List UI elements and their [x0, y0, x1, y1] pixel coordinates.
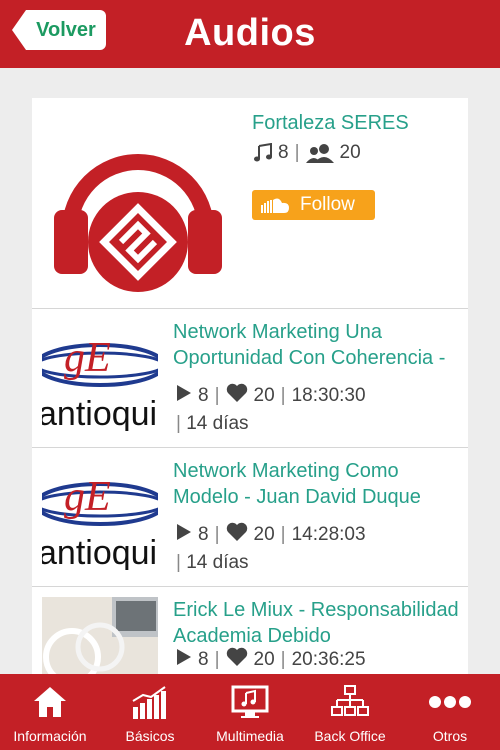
track-thumbnail: gE antioquia — [42, 458, 158, 570]
age-text: 14 días — [186, 413, 249, 434]
like-count: 20 — [253, 524, 275, 545]
seres-headphones-logo — [54, 154, 222, 292]
page-title: Audios — [184, 12, 316, 54]
profile-card: Fortaleza SERES 8 | 20 Follow — [32, 98, 468, 309]
duration: 14:28:03 — [291, 524, 366, 545]
profile-name[interactable]: Fortaleza SERES — [252, 112, 409, 135]
track-item[interactable]: gE antioquia Network Marketing Como Mode… — [32, 448, 468, 587]
soundcloud-icon — [260, 197, 290, 213]
tab-bar: Información Básicos Multimedia Back Offi… — [0, 674, 500, 750]
header-bar: Volver Audios — [0, 0, 500, 68]
play-icon — [176, 384, 192, 408]
followers-count: 20 — [339, 142, 361, 163]
stat-separator: | — [280, 524, 286, 545]
profile-stats: 8 | 20 — [254, 142, 361, 164]
music-note-icon — [254, 143, 272, 162]
tab-informacion[interactable]: Información — [0, 674, 100, 750]
track-thumbnail: gE antioquia — [42, 319, 158, 431]
tab-back-office[interactable]: Back Office — [300, 674, 400, 750]
play-icon — [176, 523, 192, 547]
bar-chart-icon — [131, 682, 169, 722]
tab-label: Básicos — [125, 728, 175, 744]
svg-text:antioquia: antioquia — [42, 534, 158, 570]
stat-separator: | — [176, 552, 181, 573]
svg-text:antioquia: antioquia — [42, 395, 158, 431]
audio-list[interactable]: Fortaleza SERES 8 | 20 Follow gE antioqu… — [32, 98, 468, 674]
age-text: 14 días — [186, 552, 249, 573]
like-count: 20 — [253, 649, 275, 670]
stat-separator: | — [214, 524, 220, 545]
track-age: | 14 días — [176, 413, 249, 435]
play-count: 8 — [198, 385, 209, 406]
track-stats: 8 | 20 | 20:36:25 — [176, 647, 366, 673]
play-icon — [176, 648, 192, 672]
stat-separator: | — [214, 385, 220, 406]
heart-icon — [226, 522, 248, 548]
duration: 20:36:25 — [291, 649, 366, 670]
tab-otros[interactable]: Otros — [400, 674, 500, 750]
home-icon — [32, 682, 68, 722]
svg-text:gE: gE — [64, 335, 111, 381]
track-age: | 14 días — [176, 552, 249, 574]
tab-label: Información — [13, 728, 87, 744]
track-count: 8 — [278, 142, 289, 163]
stat-separator: | — [280, 649, 286, 670]
followers-icon — [305, 144, 334, 163]
follow-label: Follow — [300, 194, 355, 215]
play-count: 8 — [198, 524, 209, 545]
play-count: 8 — [198, 649, 209, 670]
track-item[interactable]: Erick Le Miux - Responsabilidad Academia… — [32, 587, 468, 674]
heart-icon — [226, 647, 248, 673]
duration: 18:30:30 — [291, 385, 366, 406]
track-stats: 8 | 20 | 18:30:30 — [176, 383, 366, 409]
tab-label: Back Office — [314, 728, 386, 744]
like-count: 20 — [253, 385, 275, 406]
track-stats: 8 | 20 | 14:28:03 — [176, 522, 366, 548]
follow-button[interactable]: Follow — [252, 190, 375, 220]
heart-icon — [226, 383, 248, 409]
tab-label: Otros — [432, 728, 468, 744]
stat-separator: | — [280, 385, 286, 406]
track-thumbnail-headphones-laptop — [42, 597, 158, 674]
track-title[interactable]: Network Marketing Como Modelo - Juan Dav… — [173, 458, 463, 510]
sitemap-icon — [331, 682, 369, 722]
stat-separator: | — [214, 649, 220, 670]
svg-text:gE: gE — [64, 474, 111, 520]
stat-separator: | — [294, 142, 300, 163]
tab-multimedia[interactable]: Multimedia — [200, 674, 300, 750]
more-dots-icon — [428, 682, 472, 722]
tab-label: Multimedia — [216, 728, 284, 744]
track-item[interactable]: gE antioquia Network Marketing Una Oport… — [32, 309, 468, 448]
tab-basicos[interactable]: Básicos — [100, 674, 200, 750]
track-title[interactable]: Network Marketing Una Oportunidad Con Co… — [173, 319, 463, 371]
music-screen-icon — [231, 682, 269, 722]
stat-separator: | — [176, 413, 181, 434]
